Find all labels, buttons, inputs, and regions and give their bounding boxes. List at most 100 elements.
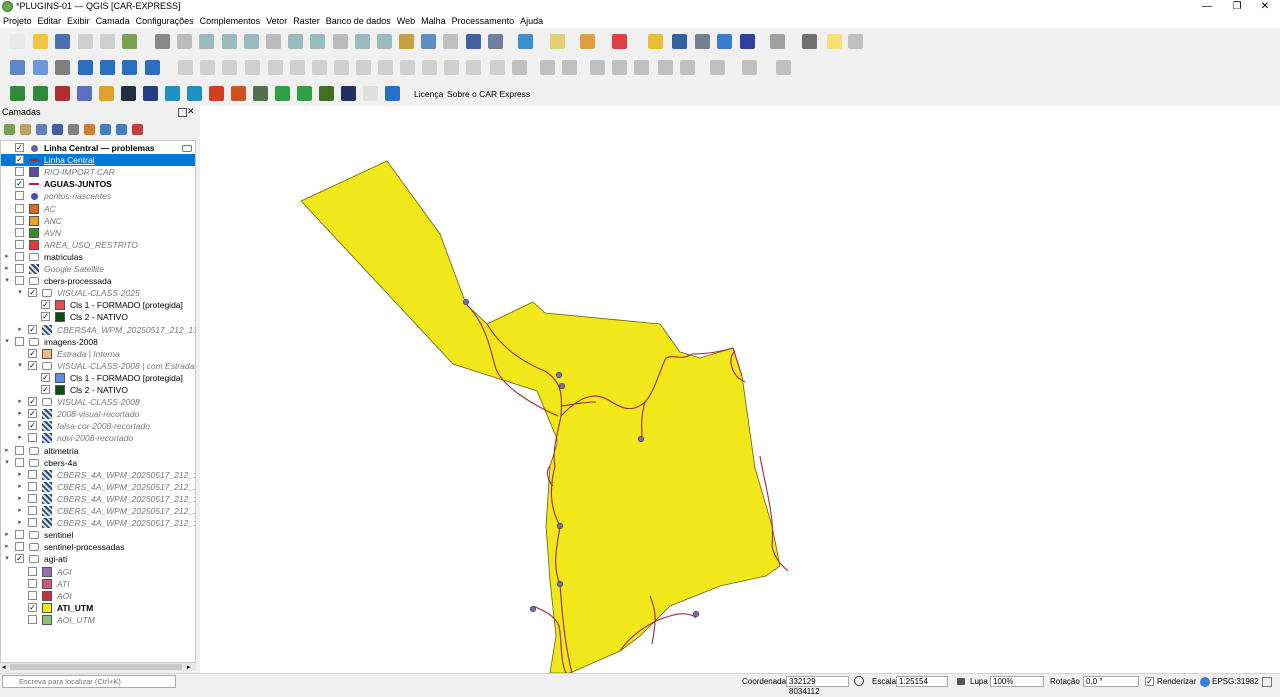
layer-row[interactable]: ✓ Cls 2 - NATIVO: [1, 384, 195, 396]
manage-themes-icon[interactable]: [36, 124, 47, 135]
layer-visibility-checkbox[interactable]: [28, 481, 37, 491]
collapse-arrow-icon[interactable]: ▾: [16, 287, 24, 299]
layer-visibility-checkbox[interactable]: [28, 578, 37, 588]
car-express-tool-icon[interactable]: [10, 86, 25, 101]
collapse-all-icon[interactable]: [100, 124, 111, 135]
digitize-tool-icon[interactable]: [378, 60, 393, 75]
car-express-tool-icon[interactable]: [165, 86, 180, 101]
layer-visibility-checkbox[interactable]: ✓: [28, 288, 37, 298]
zoom-layer-icon[interactable]: [288, 34, 303, 49]
layer-row[interactable]: ▸ sentinel: [1, 529, 195, 541]
layout-manager-icon[interactable]: [100, 34, 115, 49]
menu-item[interactable]: Exibir: [64, 14, 93, 28]
digitize-tool-icon[interactable]: [634, 60, 649, 75]
layer-row[interactable]: ▾ imagens-2008: [1, 336, 195, 348]
car-express-tool-icon[interactable]: [231, 86, 246, 101]
layer-visibility-checkbox[interactable]: [15, 264, 24, 273]
digitize-tool-icon[interactable]: [245, 60, 260, 75]
layer-row[interactable]: ▸ Google Satellite: [1, 263, 195, 275]
style-panel-icon[interactable]: [4, 124, 15, 135]
layer-row[interactable]: ▸ altimetria: [1, 445, 195, 457]
layer-visibility-checkbox[interactable]: [15, 276, 24, 286]
map-svg[interactable]: [200, 106, 1280, 673]
lock-scale-icon[interactable]: [957, 678, 965, 685]
layer-visibility-checkbox[interactable]: ✓: [15, 554, 24, 564]
digitize-tool-icon[interactable]: [422, 60, 437, 75]
layer-visibility-checkbox[interactable]: ✓: [28, 360, 37, 370]
car-express-tool-icon[interactable]: [275, 86, 290, 101]
digitize-tool-icon[interactable]: [742, 60, 757, 75]
collapse-arrow-icon[interactable]: ▾: [16, 360, 24, 372]
pan-icon[interactable]: [155, 34, 170, 49]
menu-item[interactable]: Editar: [35, 14, 65, 28]
move-up-icon[interactable]: [116, 124, 127, 135]
car-express-tool-icon[interactable]: [187, 86, 202, 101]
car-express-tool-icon[interactable]: [143, 86, 158, 101]
crs-globe-icon[interactable]: [1200, 677, 1210, 687]
locator-search-input[interactable]: [2, 675, 176, 688]
zoom-native-icon[interactable]: [310, 34, 325, 49]
layer-visibility-checkbox[interactable]: [28, 518, 37, 528]
zoom-field[interactable]: 100%: [990, 676, 1044, 687]
layer-visibility-checkbox[interactable]: ✓: [41, 312, 50, 322]
layer-visibility-checkbox[interactable]: [28, 590, 37, 600]
zoom-in-icon[interactable]: [199, 34, 214, 49]
digitize-tool-icon[interactable]: [680, 60, 695, 75]
layer-row[interactable]: ATI: [1, 578, 195, 590]
menu-item[interactable]: Camada: [93, 14, 133, 28]
show-bookmarks-icon[interactable]: [443, 34, 458, 49]
digitize-tool-icon[interactable]: [710, 60, 725, 75]
digitize-tool-icon[interactable]: [200, 60, 215, 75]
expand-arrow-icon[interactable]: ▸: [3, 541, 11, 553]
select-value-icon[interactable]: [550, 34, 565, 49]
layer-visibility-checkbox[interactable]: ✓: [15, 155, 24, 165]
select-features-icon[interactable]: [518, 34, 533, 49]
layer-row[interactable]: AREA_USO_RESTRITO: [1, 239, 195, 251]
menu-item[interactable]: Configurações: [133, 14, 197, 28]
layer-visibility-checkbox[interactable]: ✓: [28, 602, 37, 612]
close-panel-icon[interactable]: ✕: [187, 106, 195, 117]
collapse-arrow-icon[interactable]: ▾: [3, 457, 11, 469]
layers-horizontal-scrollbar[interactable]: ◂ ▸: [0, 663, 196, 671]
layer-visibility-checkbox[interactable]: [15, 239, 24, 249]
layer-row[interactable]: ▸ ndvi-2008-recortado: [1, 432, 195, 444]
layer-row[interactable]: ✓ Cls 1 - FORMADO [protegida]: [1, 372, 195, 384]
digitize-tool-icon[interactable]: [33, 60, 48, 75]
layer-row[interactable]: AGI: [1, 566, 195, 578]
digitize-tool-icon[interactable]: [334, 60, 349, 75]
deselect-icon[interactable]: [580, 34, 595, 49]
layer-row[interactable]: ▸ ✓ falsa-cor-2008-recortado: [1, 420, 195, 432]
menu-item[interactable]: Projeto: [0, 14, 35, 28]
digitize-tool-icon[interactable]: [776, 60, 791, 75]
temporal-icon[interactable]: [466, 34, 481, 49]
style-manager-icon[interactable]: [122, 34, 137, 49]
add-group-icon[interactable]: [20, 124, 31, 135]
layer-visibility-checkbox[interactable]: [15, 215, 24, 225]
car-express-tool-icon[interactable]: [319, 86, 334, 101]
layer-visibility-checkbox[interactable]: [15, 457, 24, 467]
digitize-tool-icon[interactable]: [400, 60, 415, 75]
maximize-icon[interactable]: ❐: [1222, 0, 1252, 14]
digitize-tool-icon[interactable]: [562, 60, 577, 75]
layer-row[interactable]: AOI: [1, 590, 195, 602]
digitize-tool-icon[interactable]: [540, 60, 555, 75]
identify-icon[interactable]: [672, 34, 687, 49]
layer-row[interactable]: ▸ matriculas: [1, 251, 195, 263]
digitize-tool-icon[interactable]: [312, 60, 327, 75]
digitize-tool-icon[interactable]: [268, 60, 283, 75]
layer-indicator-icon[interactable]: [182, 145, 192, 152]
layer-visibility-checkbox[interactable]: [28, 433, 37, 443]
expand-all-icon[interactable]: [84, 124, 95, 135]
crs-button[interactable]: EPSG:31982: [1212, 677, 1259, 686]
digitize-tool-icon[interactable]: [222, 60, 237, 75]
expand-arrow-icon[interactable]: ▸: [3, 445, 11, 457]
expand-arrow-icon[interactable]: ▸: [3, 263, 11, 275]
layer-row[interactable]: ✓ Cls 1 - FORMADO [protegida]: [1, 299, 195, 311]
minimize-icon[interactable]: —: [1192, 0, 1222, 14]
car-express-tool-icon[interactable]: [363, 86, 378, 101]
rotation-field[interactable]: 0,0 °: [1083, 676, 1139, 687]
digitize-tool-icon[interactable]: [10, 60, 25, 75]
digitize-tool-icon[interactable]: [122, 60, 137, 75]
layers-tree[interactable]: ✓ Linha Central — problemas ✓ Linha Central…: [0, 140, 196, 663]
layer-row[interactable]: ✓ Cls 2 - NATIVO: [1, 311, 195, 323]
